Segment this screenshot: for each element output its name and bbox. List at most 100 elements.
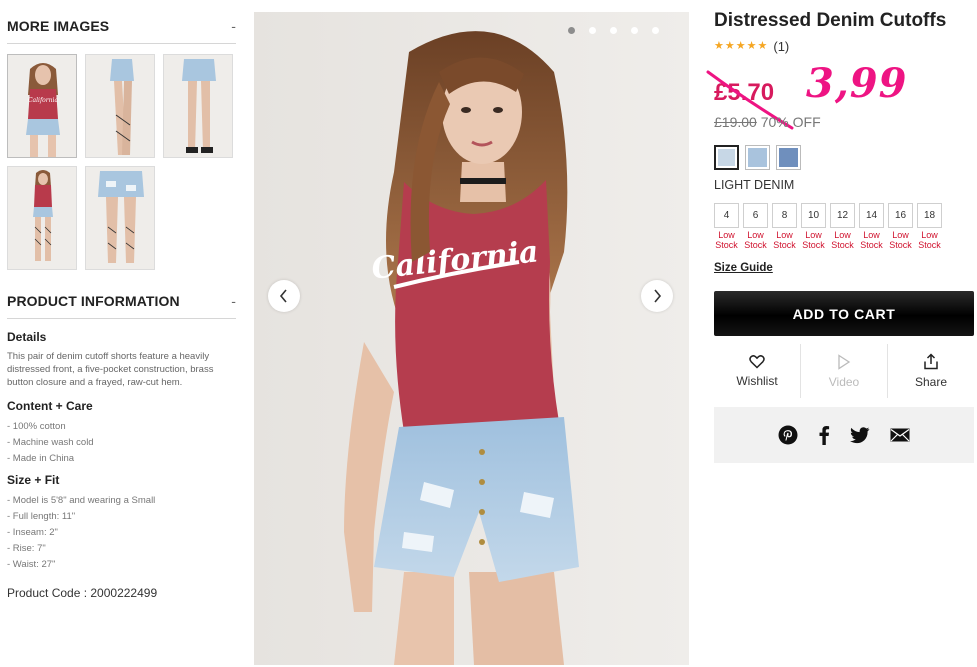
content-care-item: - Made in China xyxy=(7,453,75,464)
thumbnail-back[interactable] xyxy=(163,54,233,158)
thumbnail-detail[interactable] xyxy=(85,166,155,270)
content-care-item: - 100% cotton xyxy=(7,421,66,432)
carousel-dots xyxy=(568,27,659,34)
product-information-heading: PRODUCT INFORMATION xyxy=(7,293,180,309)
color-swatches xyxy=(714,145,801,170)
more-images-header[interactable]: MORE IMAGES - xyxy=(7,18,236,44)
size-fit-item: - Model is 5'8" and wearing a Small xyxy=(7,495,156,506)
size-selector: 4 Low Stock 6 Low Stock 8 Low Stock 10 Low S… xyxy=(714,203,942,250)
product-information-header[interactable]: PRODUCT INFORMATION - xyxy=(7,293,236,319)
size-option[interactable]: 12 Low Stock xyxy=(830,203,855,250)
size-value: 6 xyxy=(743,203,768,228)
social-share-bar xyxy=(714,407,974,463)
content-care-list: - 100% cotton - Machine wash cold - Made… xyxy=(7,419,235,467)
thumbnail-full[interactable] xyxy=(7,166,77,270)
size-value: 10 xyxy=(801,203,826,228)
twitter-icon[interactable] xyxy=(850,426,870,444)
thumbnail-side[interactable] xyxy=(85,54,155,158)
size-fit-list: - Model is 5'8" and wearing a Small - Fu… xyxy=(7,493,235,573)
stock-status: Low Stock xyxy=(802,230,825,250)
rating[interactable]: ★ ★ ★ ★ ★ (1) xyxy=(714,39,789,54)
size-value: 18 xyxy=(917,203,942,228)
product-title: Distressed Denim Cutoffs xyxy=(714,10,947,31)
chevron-left-icon xyxy=(279,289,287,303)
size-fit-item: - Waist: 27" xyxy=(7,559,56,570)
color-swatch-3[interactable] xyxy=(776,145,801,170)
size-fit-item: - Full length: 11" xyxy=(7,511,76,522)
content-care-item: - Machine wash cold xyxy=(7,437,94,448)
star-icon: ★ xyxy=(746,40,757,52)
share-button[interactable]: Share xyxy=(887,344,974,398)
video-button[interactable]: Video xyxy=(800,344,887,398)
size-option[interactable]: 16 Low Stock xyxy=(888,203,913,250)
size-option[interactable]: 4 Low Stock xyxy=(714,203,739,250)
left-panel: MORE IMAGES - California PRODUCT INFORMA… xyxy=(0,0,240,667)
share-icon xyxy=(924,353,938,370)
size-option[interactable]: 8 Low Stock xyxy=(772,203,797,250)
previous-image-button[interactable] xyxy=(268,280,300,312)
stock-status: Low Stock xyxy=(744,230,767,250)
facebook-icon[interactable] xyxy=(818,425,830,445)
size-value: 16 xyxy=(888,203,913,228)
star-icon: ★ xyxy=(714,40,724,52)
color-swatch-2[interactable] xyxy=(745,145,770,170)
carousel-dot[interactable] xyxy=(589,27,596,34)
carousel-dot[interactable] xyxy=(568,27,575,34)
size-fit-item: - Rise: 7" xyxy=(7,543,46,554)
chevron-right-icon xyxy=(654,289,662,303)
size-value: 4 xyxy=(714,203,739,228)
star-icon: ★ xyxy=(757,40,768,52)
size-guide-link[interactable]: Size Guide xyxy=(714,262,773,274)
more-images-heading: MORE IMAGES xyxy=(7,18,110,34)
stock-status: Low Stock xyxy=(889,230,912,250)
carousel-dot[interactable] xyxy=(610,27,617,34)
wishlist-label: Wishlist xyxy=(736,374,778,388)
action-bar: Wishlist Video Share xyxy=(714,344,974,398)
star-icon: ★ xyxy=(724,40,735,52)
pinterest-icon[interactable] xyxy=(778,425,798,445)
details-text: This pair of denim cutoff shorts feature… xyxy=(7,351,214,388)
share-label: Share xyxy=(914,375,948,389)
svg-text:California: California xyxy=(28,97,58,104)
discount-label: 70% OFF xyxy=(760,114,821,130)
stock-status: Low Stock xyxy=(715,230,738,250)
size-value: 12 xyxy=(830,203,855,228)
stock-status: Low Stock xyxy=(773,230,796,250)
video-label: Video xyxy=(828,374,860,389)
thumbnail-front[interactable]: California xyxy=(7,54,77,158)
stock-status: Low Stock xyxy=(860,230,883,250)
content-care-heading: Content + Care xyxy=(7,399,93,413)
play-icon xyxy=(838,353,851,370)
size-fit-item: - Inseam: 2" xyxy=(7,527,58,538)
original-price-line: £19.00 70% OFF xyxy=(714,114,821,130)
main-product-image[interactable]: California xyxy=(254,12,689,665)
details-heading: Details xyxy=(7,330,47,344)
product-code: Product Code : 2000222499 xyxy=(7,586,158,600)
model-photo: California xyxy=(254,12,689,665)
size-fit-heading: Size + Fit xyxy=(7,473,60,487)
color-swatch-light-denim[interactable] xyxy=(714,145,739,170)
stock-status: Low Stock xyxy=(918,230,941,250)
product-information-toggle[interactable]: - xyxy=(231,293,236,309)
size-option[interactable]: 6 Low Stock xyxy=(743,203,768,250)
size-option[interactable]: 14 Low Stock xyxy=(859,203,884,250)
wishlist-button[interactable]: Wishlist xyxy=(714,344,800,398)
rating-count[interactable]: (1) xyxy=(773,39,789,54)
size-option[interactable]: 18 Low Stock xyxy=(917,203,942,250)
stock-status: Low Stock xyxy=(831,230,854,250)
size-value: 14 xyxy=(859,203,884,228)
handwritten-price: 3,99 xyxy=(806,60,908,107)
more-images-toggle[interactable]: - xyxy=(231,18,236,34)
original-price: £19.00 xyxy=(714,114,757,130)
add-to-cart-button[interactable]: ADD TO CART xyxy=(714,291,974,336)
next-image-button[interactable] xyxy=(641,280,673,312)
email-icon[interactable] xyxy=(890,428,910,442)
heart-icon xyxy=(749,355,765,369)
carousel-dot[interactable] xyxy=(652,27,659,34)
carousel-dot[interactable] xyxy=(631,27,638,34)
size-value: 8 xyxy=(772,203,797,228)
selected-color-name: LIGHT DENIM xyxy=(714,178,795,192)
size-option[interactable]: 10 Low Stock xyxy=(801,203,826,250)
product-panel: Distressed Denim Cutoffs ★ ★ ★ ★ ★ (1) £… xyxy=(706,0,977,667)
star-icon: ★ xyxy=(735,40,746,52)
